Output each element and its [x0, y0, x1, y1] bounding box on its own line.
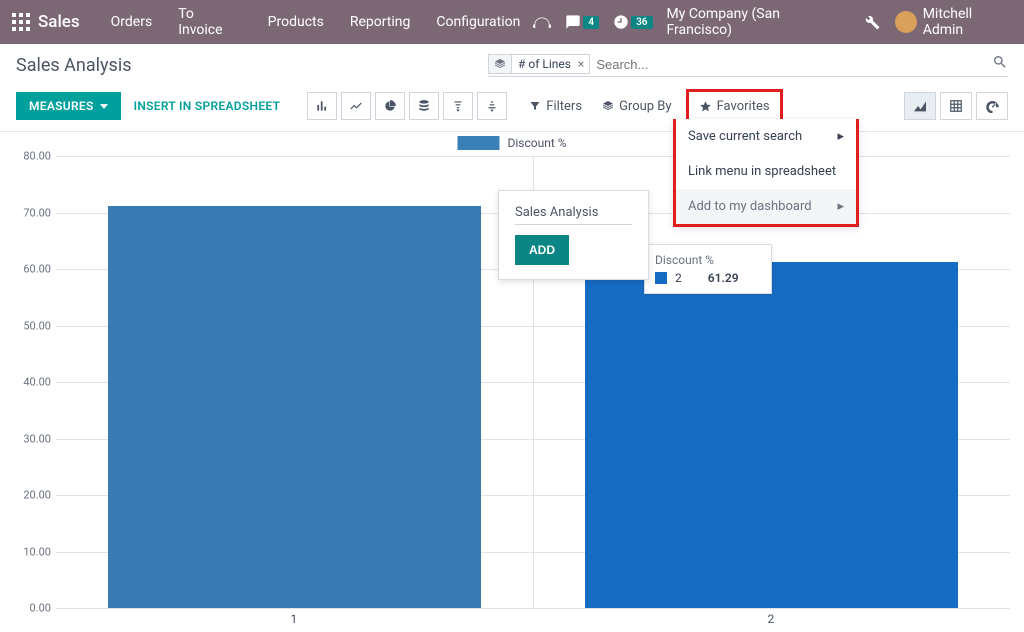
tooltip-value: 61.29 — [708, 271, 739, 285]
nav-reporting[interactable]: Reporting — [337, 14, 424, 30]
voip-icon[interactable] — [533, 15, 551, 29]
control-panel: Sales Analysis # of Lines × MEASURES INS… — [0, 44, 1024, 132]
y-tick-label: 30.00 — [11, 432, 51, 445]
y-tick-label: 10.00 — [11, 545, 51, 558]
activities-badge: 36 — [631, 16, 652, 29]
line-chart-icon[interactable] — [341, 92, 371, 120]
fav-link-label: Link menu in spreadsheet — [688, 164, 836, 179]
page-title: Sales Analysis — [16, 55, 131, 76]
chevron-right-icon: ▸ — [837, 129, 844, 144]
x-tick-label: 1 — [291, 612, 298, 626]
avatar — [895, 11, 917, 33]
search-input[interactable] — [596, 57, 992, 72]
bar-2[interactable] — [585, 262, 957, 608]
stack-icon — [489, 55, 512, 73]
search-bar[interactable]: # of Lines × — [488, 54, 1008, 77]
groupby-dropdown[interactable]: Group By — [598, 93, 676, 120]
insert-spreadsheet-button[interactable]: INSERT IN SPREADSHEET — [121, 92, 294, 120]
fav-save-label: Save current search — [688, 129, 802, 144]
legend-swatch — [457, 136, 499, 150]
sort-asc-icon[interactable] — [477, 92, 507, 120]
top-navbar: Sales Orders To Invoice Products Reporti… — [0, 0, 1024, 44]
chevron-right-icon: ▸ — [837, 199, 844, 214]
facet-label: # of Lines — [512, 55, 575, 73]
activities-icon[interactable]: 36 — [613, 14, 652, 30]
nav-orders[interactable]: Orders — [98, 14, 166, 30]
fav-save-search[interactable]: Save current search ▸ — [676, 119, 856, 154]
y-tick-label: 20.00 — [11, 489, 51, 502]
filters-label: Filters — [546, 99, 582, 114]
add-dashboard-popup: Sales Analysis ADD — [498, 190, 649, 280]
dashboard-view-button[interactable] — [976, 92, 1008, 120]
fav-add-dashboard[interactable]: Add to my dashboard ▸ — [676, 189, 856, 224]
user-name: Mitchell Admin — [923, 6, 1016, 38]
favorites-highlight: Favorites — [686, 89, 783, 123]
nav-to-invoice[interactable]: To Invoice — [165, 6, 254, 38]
facet-remove[interactable]: × — [575, 57, 589, 71]
dashboard-name-input[interactable]: Sales Analysis — [515, 205, 632, 225]
nav-products[interactable]: Products — [255, 14, 337, 30]
chart-tooltip: Discount % 2 61.29 — [644, 244, 772, 294]
sort-desc-icon[interactable] — [443, 92, 473, 120]
x-tick-label: 2 — [768, 612, 775, 626]
y-tick-label: 0.00 — [11, 602, 51, 615]
messages-badge: 4 — [583, 16, 599, 29]
y-tick-label: 50.00 — [11, 319, 51, 332]
pivot-view-button[interactable] — [940, 92, 972, 120]
favorites-menu: Save current search ▸ Link menu in sprea… — [673, 119, 859, 227]
measures-label: MEASURES — [29, 99, 94, 113]
graph-view-button[interactable] — [904, 92, 936, 120]
measures-button[interactable]: MEASURES — [16, 92, 121, 120]
bar-1[interactable] — [108, 206, 480, 608]
tooltip-title: Discount % — [655, 253, 761, 267]
tooltip-category: 2 — [675, 271, 682, 285]
y-tick-label: 80.00 — [11, 150, 51, 163]
favorites-label: Favorites — [717, 99, 770, 114]
tools-icon[interactable] — [863, 13, 881, 31]
legend-label: Discount % — [507, 136, 566, 150]
fav-add-label: Add to my dashboard — [688, 199, 812, 214]
filters-dropdown[interactable]: Filters — [525, 93, 586, 120]
fav-link-spreadsheet[interactable]: Link menu in spreadsheet — [676, 154, 856, 189]
caret-down-icon — [100, 104, 108, 109]
favorites-dropdown[interactable]: Favorites — [695, 93, 774, 120]
messages-icon[interactable]: 4 — [565, 14, 599, 30]
stacked-icon[interactable] — [409, 92, 439, 120]
gridline — [56, 608, 1010, 609]
tooltip-swatch — [655, 272, 667, 284]
company-switcher[interactable]: My Company (San Francisco) — [667, 6, 849, 38]
y-tick-label: 40.00 — [11, 376, 51, 389]
groupby-label: Group By — [619, 99, 672, 114]
pie-chart-icon[interactable] — [375, 92, 405, 120]
apps-icon[interactable] — [12, 13, 30, 31]
search-icon[interactable] — [992, 54, 1008, 74]
add-button[interactable]: ADD — [515, 235, 569, 265]
chart-legend: Discount % — [457, 136, 566, 150]
search-facet: # of Lines × — [488, 54, 590, 74]
nav-configuration[interactable]: Configuration — [423, 14, 533, 30]
app-brand[interactable]: Sales — [38, 12, 80, 32]
y-tick-label: 60.00 — [11, 263, 51, 276]
bar-chart-icon[interactable] — [307, 92, 337, 120]
y-tick-label: 70.00 — [11, 206, 51, 219]
user-menu[interactable]: Mitchell Admin — [895, 6, 1016, 38]
